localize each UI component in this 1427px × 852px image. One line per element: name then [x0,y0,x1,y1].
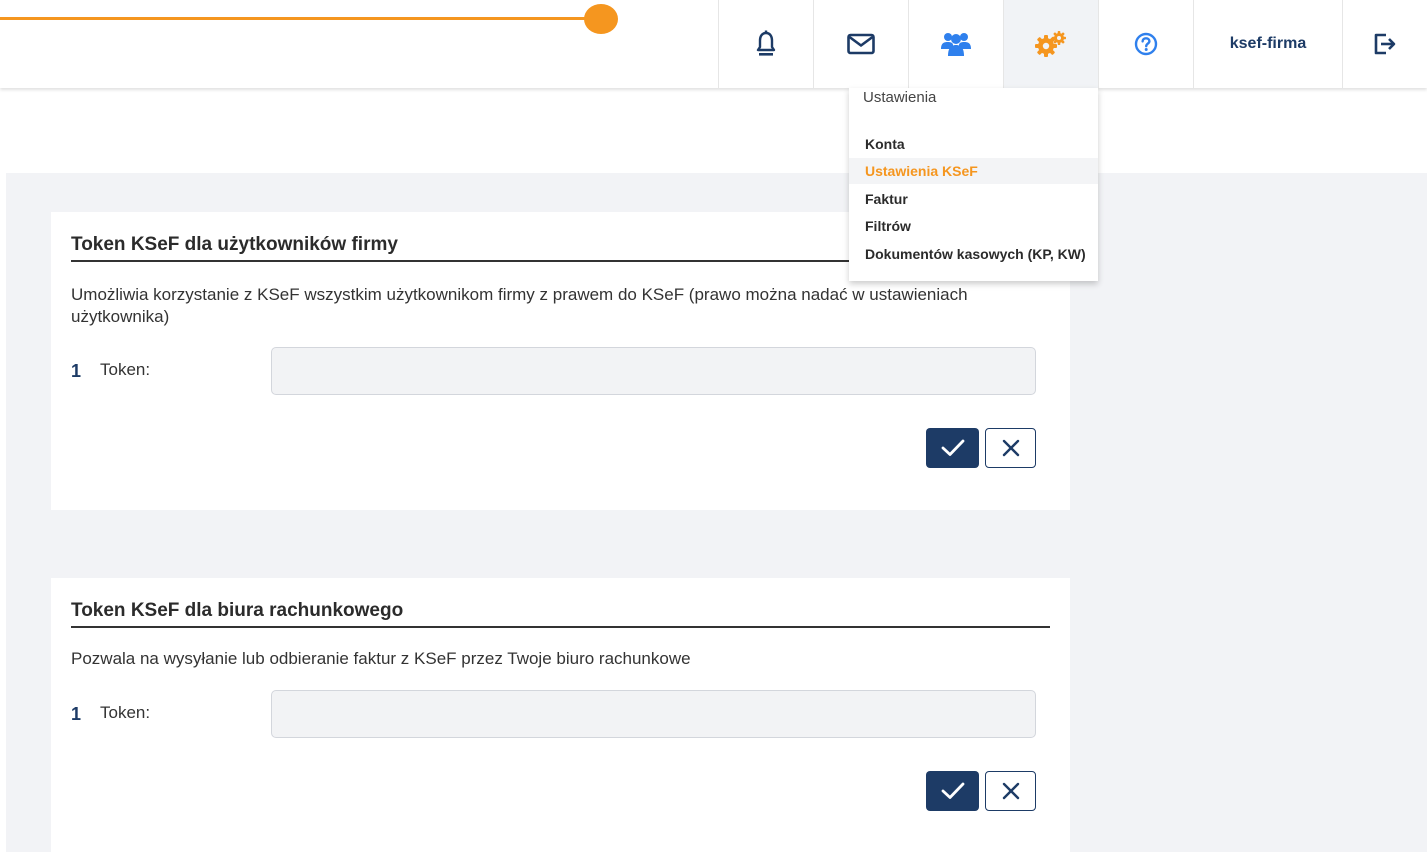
menu-item-ustawienia-ksef[interactable]: Ustawienia KSeF [849,158,1098,184]
help-icon [1134,32,1158,56]
messages-button[interactable] [813,0,908,88]
menu-title: Ustawienia [863,89,937,106]
notifications-button[interactable] [718,0,813,88]
progress-knob [584,4,618,34]
token-input[interactable] [271,347,1036,395]
logout-button[interactable] [1342,0,1427,88]
mail-icon [847,33,875,55]
row-number: 1 [71,361,82,381]
bell-icon [756,30,776,56]
help-button[interactable] [1098,0,1193,88]
cancel-button[interactable] [985,771,1036,811]
token-row: 1 Token: [71,690,1036,738]
users-button[interactable] [908,0,1003,88]
cancel-button[interactable] [985,428,1036,468]
menu-item-faktur[interactable]: Faktur [849,186,1098,212]
action-buttons [926,771,1036,811]
action-buttons [926,428,1036,468]
section-description: Umożliwia korzystanie z KSeF wszystkim u… [71,285,968,326]
check-icon [941,782,964,799]
close-icon [1002,439,1019,457]
user-name: ksef-firma [1229,35,1307,52]
token-label: Token: [100,360,151,379]
confirm-button[interactable] [926,428,979,468]
check-icon [941,439,964,456]
menu-item-dokumenty-kasowe[interactable]: Dokumentów kasowych (KP, KW) [849,241,1098,267]
menu-item-konta[interactable]: Konta [849,131,1098,157]
top-bar: ksef-firma [0,0,1427,88]
users-icon [941,33,971,56]
user-account-button[interactable]: ksef-firma [1193,0,1342,88]
token-row: 1 Token: [71,347,1036,395]
menu-item-filtrow[interactable]: Filtrów [849,213,1098,239]
section-description: Pozwala na wysyłanie lub odbieranie fakt… [71,649,691,668]
settings-button[interactable] [1003,0,1098,88]
confirm-button[interactable] [926,771,979,811]
row-number: 1 [71,704,82,724]
logout-icon [1374,33,1396,55]
token-label: Token: [100,703,151,722]
progress-line [0,17,600,20]
token-input[interactable] [271,690,1036,738]
section-title: Token KSeF dla biura rachunkowego [71,600,1050,628]
settings-dropdown-menu: Ustawienia Konta Ustawienia KSeF Faktur … [849,88,1098,281]
accounting-office-token-section: Token KSeF dla biura rachunkowego Pozwal… [51,578,1070,852]
header-nav: ksef-firma [718,0,1427,88]
close-icon [1002,782,1019,800]
settings-icon [1035,31,1066,57]
